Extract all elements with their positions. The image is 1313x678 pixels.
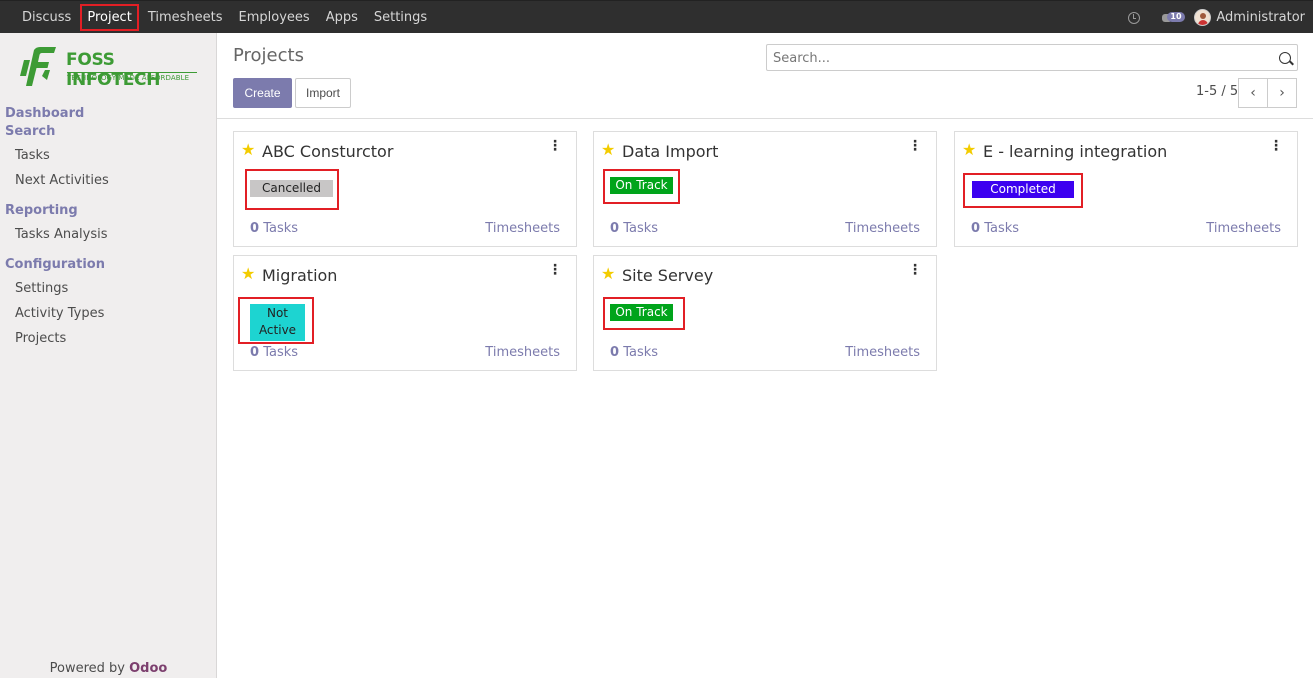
project-card[interactable]: ★ E - learning integration ⋮ Completed 0… [954, 131, 1298, 247]
card-menu-icon[interactable]: ⋮ [548, 139, 562, 153]
status-highlight: Completed [963, 173, 1083, 208]
pager-previous-button[interactable]: ‹ [1238, 78, 1268, 108]
import-button[interactable]: Import [295, 78, 351, 108]
status-badge: Not Active [250, 304, 305, 341]
menu-settings[interactable]: Settings [366, 1, 435, 34]
sidebar-item-projects[interactable]: Projects [15, 331, 66, 346]
tasks-label: Tasks [263, 221, 299, 236]
favorite-star-icon[interactable]: ★ [601, 264, 615, 283]
sidebar-item-tasks[interactable]: Tasks [15, 148, 50, 163]
status-badge: Cancelled [250, 180, 333, 197]
tasks-count: 0 [971, 221, 981, 236]
tasks-label: Tasks [623, 221, 659, 236]
create-button[interactable]: Create [233, 78, 292, 108]
control-panel: Projects Create Import 1-5 / 5 ‹ › [217, 33, 1313, 119]
sidebar-item-activity-types[interactable]: Activity Types [15, 306, 104, 321]
status-highlight: Not Active [238, 297, 314, 344]
logo-tagline: TECHNOLOGY MADE AFFORDABLE [67, 72, 197, 82]
project-title: Migration [262, 266, 338, 285]
search-icon[interactable] [1279, 52, 1291, 64]
sidebar-item-next-activities[interactable]: Next Activities [15, 173, 109, 188]
status-highlight: On Track [603, 297, 685, 330]
tasks-count: 0 [610, 221, 620, 236]
foss-logo-icon [20, 47, 56, 86]
user-avatar[interactable] [1194, 9, 1212, 26]
messages-count-badge: 10 [1167, 11, 1185, 22]
tasks-link[interactable]: 0 Tasks [250, 221, 298, 236]
favorite-star-icon[interactable]: ★ [601, 140, 615, 159]
sidebar-configuration[interactable]: Configuration [5, 257, 105, 272]
pager-value[interactable]: 1-5 / 5 [1196, 84, 1238, 99]
sidebar-reporting[interactable]: Reporting [5, 203, 78, 218]
main-menu: Discuss Project Timesheets Employees App… [14, 1, 435, 34]
favorite-star-icon[interactable]: ★ [241, 264, 255, 283]
tasks-link[interactable]: 0 Tasks [610, 221, 658, 236]
tasks-count: 0 [250, 221, 260, 236]
status-badge: Completed [972, 181, 1074, 198]
tasks-label: Tasks [623, 345, 659, 360]
powered-prefix: Powered by [49, 661, 130, 676]
project-card[interactable]: ★ ABC Consturctor ⋮ Cancelled 0 Tasks Ti… [233, 131, 577, 247]
pager-next-button[interactable]: › [1267, 78, 1297, 108]
project-card[interactable]: ★ Migration ⋮ Not Active 0 Tasks Timeshe… [233, 255, 577, 371]
tasks-count: 0 [610, 345, 620, 360]
tasks-link[interactable]: 0 Tasks [971, 221, 1019, 236]
menu-employees[interactable]: Employees [231, 1, 318, 34]
kanban-view: ★ ABC Consturctor ⋮ Cancelled 0 Tasks Ti… [217, 120, 1313, 678]
sidebar-item-tasks-analysis[interactable]: Tasks Analysis [15, 227, 108, 242]
status-line: Active [258, 323, 297, 337]
favorite-star-icon[interactable]: ★ [962, 140, 976, 159]
timesheets-link[interactable]: Timesheets [845, 221, 920, 236]
project-title: Data Import [622, 142, 719, 161]
odoo-link[interactable]: Odoo [129, 661, 167, 676]
favorite-star-icon[interactable]: ★ [241, 140, 255, 159]
breadcrumb: Projects [233, 45, 304, 66]
logo-brand: FOSS INFOTECH [66, 50, 161, 90]
menu-timesheets[interactable]: Timesheets [140, 1, 231, 34]
project-card[interactable]: ★ Data Import ⋮ On Track 0 Tasks Timeshe… [593, 131, 937, 247]
timesheets-link[interactable]: Timesheets [1206, 221, 1281, 236]
menu-project[interactable]: Project [79, 1, 140, 34]
activity-clock-icon[interactable] [1128, 11, 1141, 24]
status-badge: On Track [610, 304, 673, 321]
card-menu-icon[interactable]: ⋮ [908, 263, 922, 277]
status-badge: On Track [610, 177, 673, 194]
sidebar-search[interactable]: Search [5, 124, 55, 139]
chevron-right-icon: › [1279, 85, 1285, 101]
status-highlight: On Track [603, 169, 680, 204]
card-menu-icon[interactable]: ⋮ [548, 263, 562, 277]
timesheets-link[interactable]: Timesheets [845, 345, 920, 360]
tasks-count: 0 [250, 345, 260, 360]
menu-apps[interactable]: Apps [318, 1, 366, 34]
card-menu-icon[interactable]: ⋮ [1269, 139, 1283, 153]
tasks-label: Tasks [263, 345, 299, 360]
tasks-label: Tasks [984, 221, 1020, 236]
project-title: Site Servey [622, 266, 714, 285]
tasks-link[interactable]: 0 Tasks [610, 345, 658, 360]
timesheets-link[interactable]: Timesheets [485, 221, 560, 236]
messages-icon[interactable]: 10 [1162, 11, 1185, 25]
sidebar: FOSS INFOTECH TECHNOLOGY MADE AFFORDABLE… [0, 33, 217, 678]
card-menu-icon[interactable]: ⋮ [908, 139, 922, 153]
status-highlight: Cancelled [245, 169, 339, 210]
sidebar-item-settings[interactable]: Settings [15, 281, 68, 296]
systray: 10 Administrator [1128, 1, 1305, 34]
status-line: Not [266, 306, 289, 320]
menu-discuss[interactable]: Discuss [14, 1, 79, 34]
powered-by: Powered by Odoo [0, 661, 217, 676]
project-title: E - learning integration [983, 142, 1168, 161]
search-input[interactable] [771, 48, 1271, 68]
search-box [766, 44, 1298, 71]
timesheets-link[interactable]: Timesheets [485, 345, 560, 360]
company-logo: FOSS INFOTECH TECHNOLOGY MADE AFFORDABLE [14, 46, 199, 90]
chevron-left-icon: ‹ [1250, 85, 1256, 101]
top-navbar: Discuss Project Timesheets Employees App… [0, 0, 1313, 33]
project-title: ABC Consturctor [262, 142, 394, 161]
user-name[interactable]: Administrator [1216, 10, 1305, 25]
sidebar-dashboard[interactable]: Dashboard [5, 106, 84, 121]
tasks-link[interactable]: 0 Tasks [250, 345, 298, 360]
project-card[interactable]: ★ Site Servey ⋮ On Track 0 Tasks Timeshe… [593, 255, 937, 371]
